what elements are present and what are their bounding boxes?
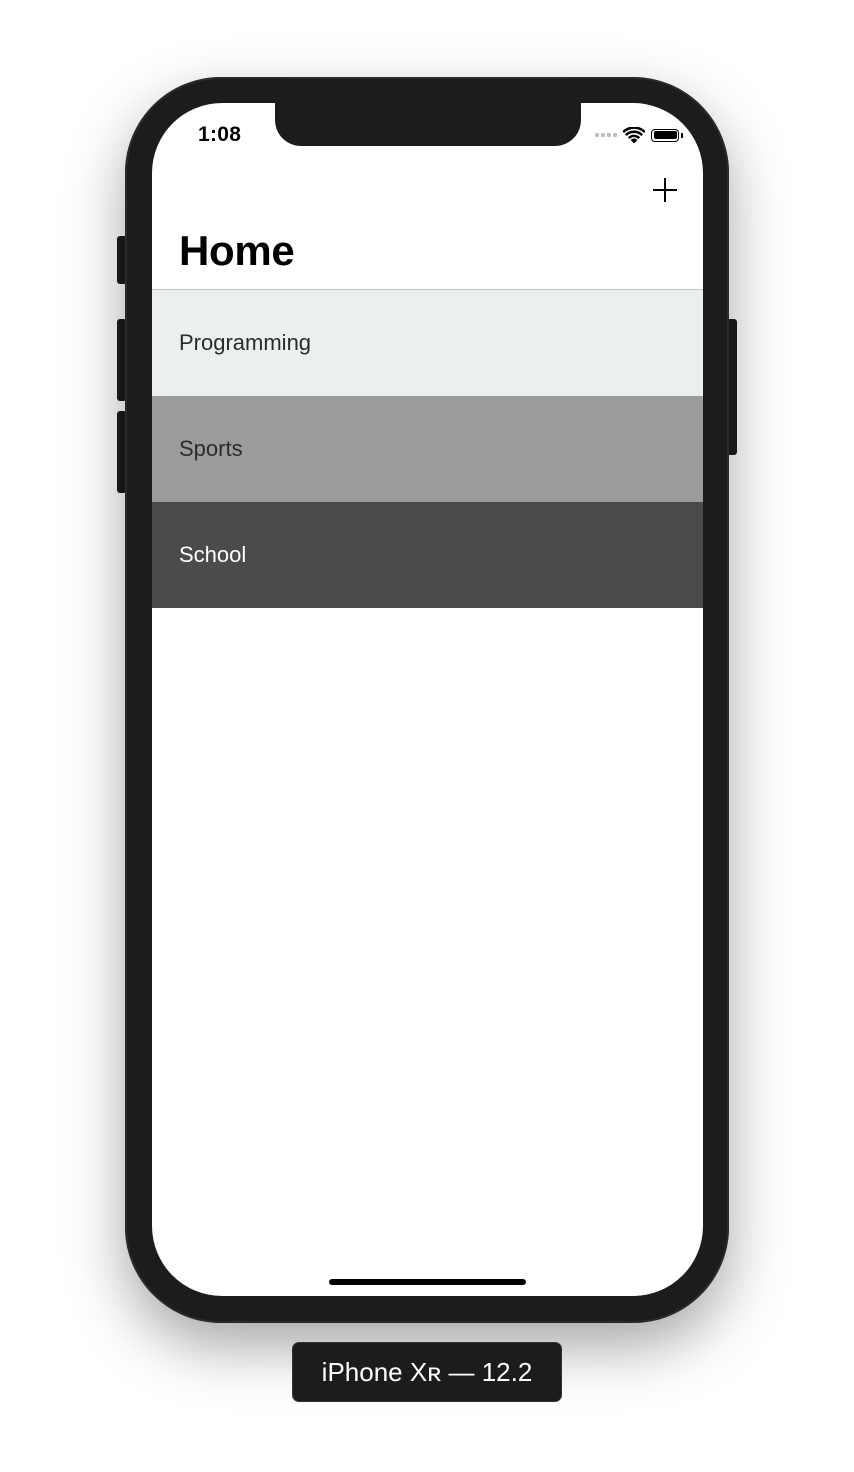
list-item-school[interactable]: School	[152, 502, 703, 608]
status-icons	[595, 126, 683, 144]
list-item-label: School	[179, 542, 247, 567]
list-item-label: Sports	[179, 436, 243, 461]
status-time: 1:08	[198, 123, 242, 146]
cellular-signal-icon	[595, 133, 617, 137]
notch	[275, 103, 581, 146]
battery-icon	[651, 128, 683, 142]
page-title: Home	[179, 227, 295, 274]
list-item-programming[interactable]: Programming	[152, 290, 703, 396]
list-item-sports[interactable]: Sports	[152, 396, 703, 502]
list-item-label: Programming	[179, 330, 312, 355]
plus-icon	[653, 178, 677, 202]
wifi-icon	[623, 126, 645, 143]
add-button[interactable]	[651, 176, 679, 204]
simulator-stage: 1:08 Home Programming Sports School iPho…	[0, 0, 854, 1472]
category-list: Programming Sports School	[152, 290, 703, 608]
device-label: iPhone Xʀ — 12.2	[293, 1343, 561, 1401]
home-indicator[interactable]	[329, 1279, 526, 1285]
device-screen: 1:08 Home Programming Sports School	[152, 103, 703, 1296]
